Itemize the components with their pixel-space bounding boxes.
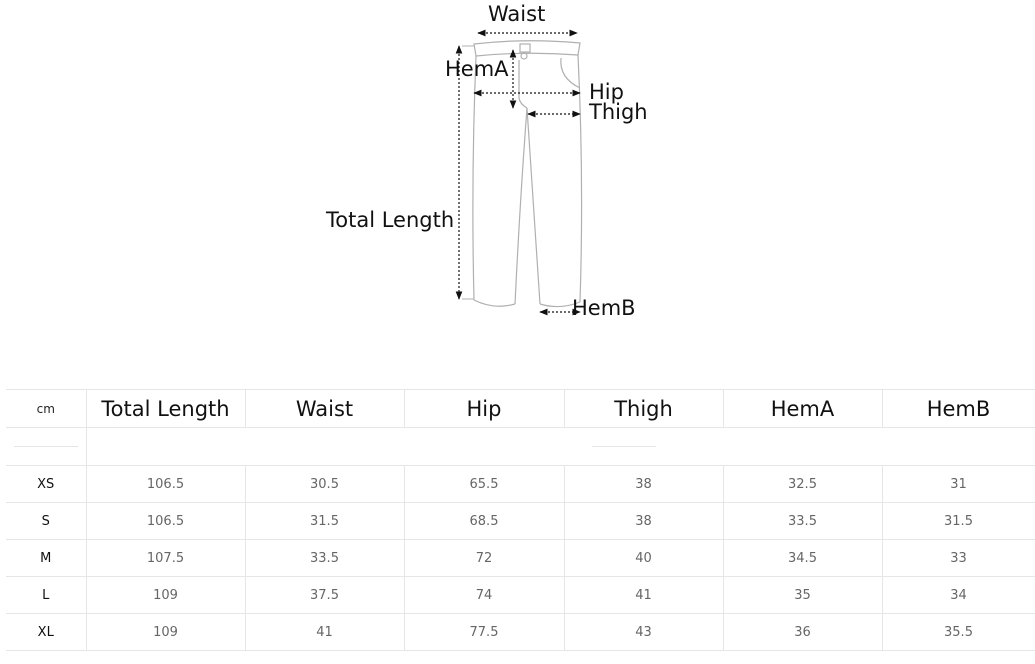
size-cell: M: [6, 539, 87, 577]
value-cell: 74: [404, 576, 565, 614]
value-cell: 109: [86, 576, 246, 614]
value-cell: 107.5: [86, 539, 246, 577]
value-cell: 43: [564, 613, 724, 651]
header-waist: Waist: [245, 389, 405, 428]
value-cell: 35: [723, 576, 883, 614]
hemb-label: HemB: [572, 296, 636, 320]
value-cell: 106.5: [86, 465, 246, 503]
value-cell: 72: [404, 539, 565, 577]
table-spacer-row: [6, 427, 1035, 466]
value-cell: 30.5: [245, 465, 405, 503]
size-chart-page: Waist HemA Hip Thigh Total Length HemB c…: [0, 0, 1035, 664]
value-cell: 36: [723, 613, 883, 651]
header-hemb: HemB: [882, 389, 1035, 428]
table-row: XL 109 41 77.5 43 36 35.5: [6, 613, 1035, 651]
header-hema: HemA: [723, 389, 883, 428]
value-cell: 34: [882, 576, 1035, 614]
table-header-row: cm Total Length Waist Hip Thigh HemA Hem…: [6, 389, 1035, 428]
value-cell: 34.5: [723, 539, 883, 577]
size-table: cm Total Length Waist Hip Thigh HemA Hem…: [6, 389, 1035, 651]
thigh-label: Thigh: [589, 100, 648, 124]
value-cell: 65.5: [404, 465, 565, 503]
unit-header: cm: [6, 389, 87, 428]
value-cell: 106.5: [86, 502, 246, 540]
value-cell: 77.5: [404, 613, 565, 651]
table-row: M 107.5 33.5 72 40 34.5 33: [6, 539, 1035, 577]
table-row: XS 106.5 30.5 65.5 38 32.5 31: [6, 465, 1035, 503]
size-cell: XS: [6, 465, 87, 503]
header-total-length: Total Length: [86, 389, 246, 428]
value-cell: 33.5: [245, 539, 405, 577]
pants-outline-icon: [455, 29, 583, 316]
spacer-cell: [6, 427, 87, 466]
size-cell: S: [6, 502, 87, 540]
value-cell: 41: [245, 613, 405, 651]
value-cell: 109: [86, 613, 246, 651]
value-cell: 40: [564, 539, 724, 577]
value-cell: 33: [882, 539, 1035, 577]
spacer-cell: [86, 427, 1035, 466]
value-cell: 37.5: [245, 576, 405, 614]
size-cell: L: [6, 576, 87, 614]
value-cell: 35.5: [882, 613, 1035, 651]
value-cell: 41: [564, 576, 724, 614]
header-thigh: Thigh: [564, 389, 724, 428]
table-row: L 109 37.5 74 41 35 34: [6, 576, 1035, 614]
size-cell: XL: [6, 613, 87, 651]
value-cell: 38: [564, 465, 724, 503]
value-cell: 31.5: [882, 502, 1035, 540]
value-cell: 31.5: [245, 502, 405, 540]
table-row: S 106.5 31.5 68.5 38 33.5 31.5: [6, 502, 1035, 540]
waist-label: Waist: [488, 2, 546, 26]
header-hip: Hip: [404, 389, 565, 428]
pants-measurement-diagram: Waist HemA Hip Thigh Total Length HemB: [0, 0, 1035, 340]
value-cell: 33.5: [723, 502, 883, 540]
hema-label: HemA: [445, 57, 509, 81]
value-cell: 38: [564, 502, 724, 540]
value-cell: 32.5: [723, 465, 883, 503]
total-length-label: Total Length: [326, 208, 455, 232]
value-cell: 68.5: [404, 502, 565, 540]
value-cell: 31: [882, 465, 1035, 503]
